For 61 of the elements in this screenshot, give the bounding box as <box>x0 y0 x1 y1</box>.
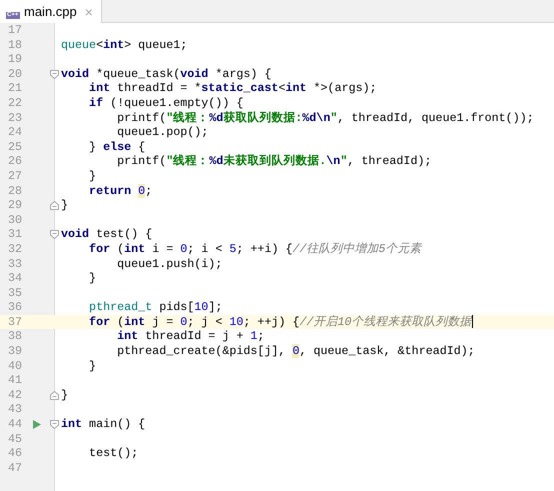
line-number: 31 <box>7 227 22 242</box>
code-line: pthread_create(&pids[j], 0, queue_task, &threadId); <box>116 344 475 359</box>
code-line: printf("线程：%d未获取到队列数据.\n", threadId); <box>116 154 432 169</box>
code-line: } <box>88 358 96 374</box>
line-number: 27 <box>7 168 22 183</box>
line-number: 30 <box>7 212 22 227</box>
line-number: 19 <box>7 52 22 66</box>
code-line: pthread_t pids[10]; <box>88 300 222 315</box>
line-number: 42 <box>7 388 22 402</box>
code-line: queue1.push(i); <box>116 256 222 272</box>
line-number: 18 <box>7 38 22 52</box>
fold-icon[interactable] <box>50 201 59 210</box>
line-number: 24 <box>7 125 22 140</box>
code-line: } <box>88 271 96 286</box>
line-number: 22 <box>7 96 22 110</box>
code-line: void *queue_task(void *args) { <box>60 66 272 82</box>
line-number: 28 <box>7 184 22 198</box>
line-number: 47 <box>7 460 22 475</box>
line-number: 41 <box>7 373 22 388</box>
tab-title: main.cpp <box>24 2 77 21</box>
line-number: 35 <box>7 286 22 300</box>
line-number: 21 <box>7 81 22 96</box>
line-number: 44 <box>7 417 22 432</box>
fold-icon[interactable] <box>50 230 59 240</box>
line-number: 38 <box>7 329 22 344</box>
line-number: 46 <box>7 446 22 460</box>
line-number: 20 <box>7 66 22 81</box>
run-icon[interactable] <box>33 420 41 430</box>
code-line: } <box>88 168 96 184</box>
line-number: 43 <box>7 402 22 416</box>
line-number: 26 <box>7 154 22 168</box>
code-line: int main() { <box>60 417 146 432</box>
line-number: 23 <box>7 110 22 125</box>
line-number: 37 <box>7 314 22 329</box>
code-line: int threadId = j + 1; <box>116 329 264 344</box>
line-number: 34 <box>7 271 22 286</box>
code-line: test(); <box>88 446 138 461</box>
fold-icon[interactable] <box>50 420 59 430</box>
code-line: printf("线程：%d获取队列数据:%d\n", threadId, queue1.front()); <box>116 110 534 126</box>
code-line: for (int j = 0; j < 10; ++j) {//开启10个线程来获取队列数据 <box>88 314 472 330</box>
code-line: void test() { <box>60 227 152 242</box>
text-cursor <box>472 314 474 328</box>
code-line: queue<int> queue1; <box>60 38 188 52</box>
code-line: queue1.pop(); <box>116 125 208 140</box>
code-line: } else { <box>88 140 146 154</box>
code-line: if (!queue1.empty()) { <box>88 96 244 111</box>
line-number: 40 <box>7 358 22 373</box>
line-number: 39 <box>7 344 22 358</box>
line-number: 45 <box>7 432 22 446</box>
code-line: int threadId = *static_cast<int *>(args); <box>88 81 377 96</box>
code-line: } <box>60 388 68 402</box>
code-line: } <box>60 198 68 213</box>
code-line: for (int i = 0; i < 5; ++i) {//往队列中增加5个元素 <box>88 242 422 256</box>
line-number: 29 <box>7 198 22 212</box>
line-number: 32 <box>7 242 22 256</box>
line-number: 25 <box>7 140 22 154</box>
line-number: 17 <box>7 23 22 37</box>
line-number: 36 <box>7 300 22 314</box>
line-number: 33 <box>7 256 22 270</box>
code-line: return 0; <box>88 184 152 198</box>
fold-icon[interactable] <box>50 70 59 79</box>
